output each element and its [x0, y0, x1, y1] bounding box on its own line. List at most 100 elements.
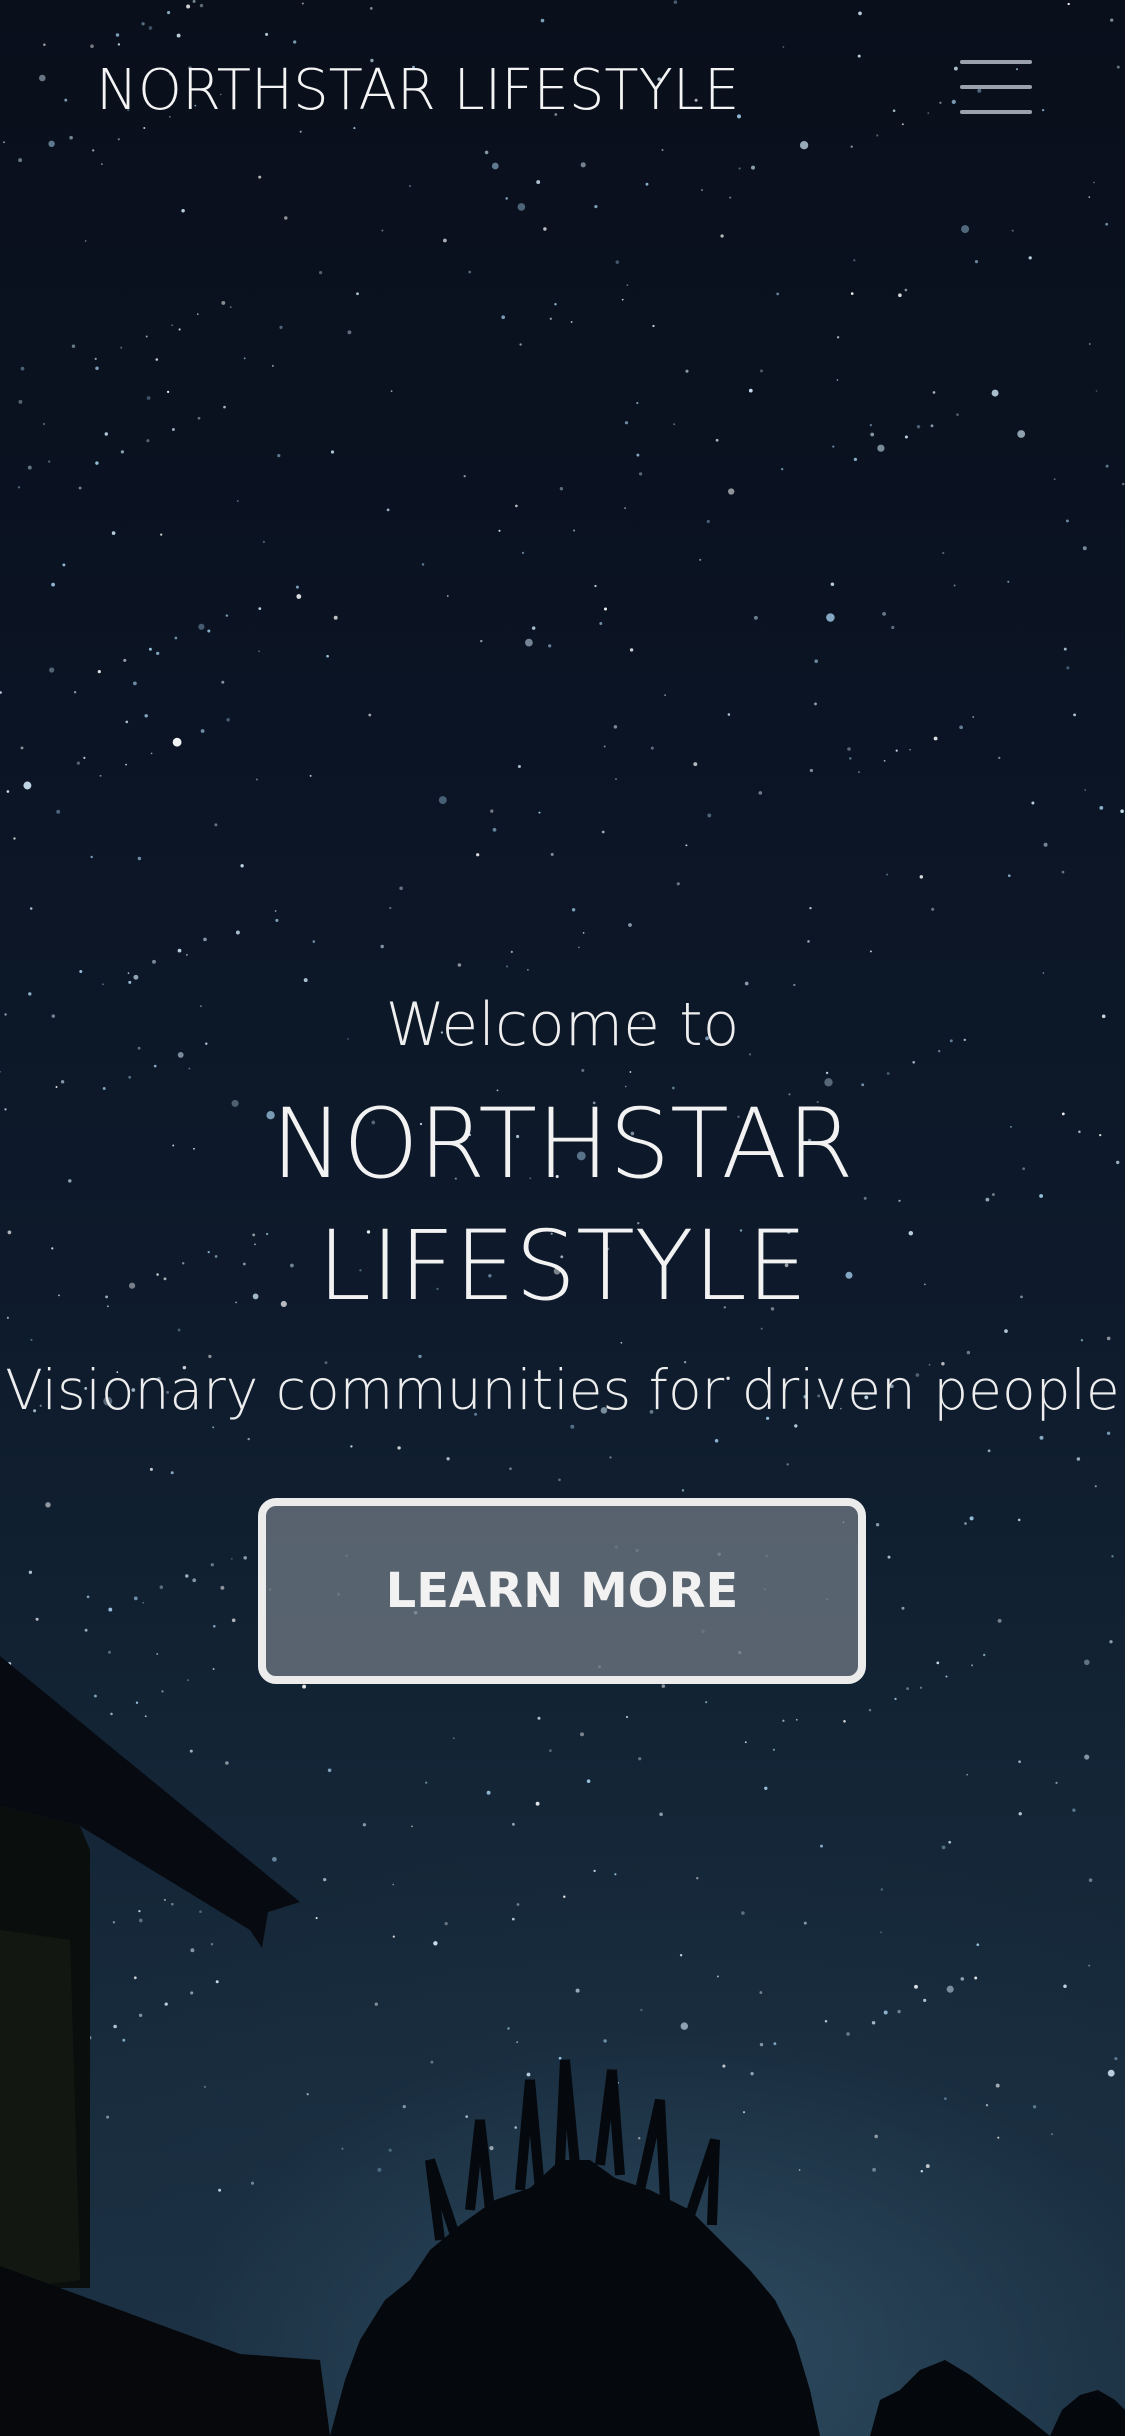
- star: [380, 944, 384, 949]
- star: [956, 413, 959, 416]
- star: [715, 438, 719, 442]
- star: [758, 791, 763, 795]
- star: [707, 813, 712, 818]
- star: [463, 475, 466, 478]
- star: [236, 500, 239, 502]
- hero-page: NORTHSTAR LIFESTYLE Welcome to NORTHSTAR…: [0, 0, 1125, 2436]
- star: [706, 519, 710, 524]
- star: [830, 582, 835, 586]
- star: [128, 980, 132, 984]
- star: [720, 234, 724, 238]
- star: [235, 930, 240, 935]
- star: [214, 823, 218, 827]
- site-header: NORTHSTAR LIFESTYLE: [0, 0, 1125, 190]
- star: [578, 946, 580, 949]
- menu-bar-top: [960, 60, 1032, 64]
- star: [159, 1585, 164, 1589]
- star: [1120, 809, 1124, 813]
- star: [210, 1563, 214, 1567]
- star: [221, 680, 225, 684]
- star: [531, 626, 536, 630]
- star: [681, 1489, 685, 1492]
- star: [95, 461, 99, 465]
- star: [904, 288, 908, 292]
- star: [447, 595, 449, 597]
- star: [882, 612, 886, 616]
- star: [1007, 874, 1011, 878]
- star: [809, 768, 814, 773]
- star: [120, 346, 123, 349]
- hero-welcome-text: Welcome to: [385, 990, 740, 1060]
- star: [1042, 972, 1045, 974]
- star: [760, 369, 763, 373]
- star: [559, 487, 564, 491]
- star: [79, 969, 83, 974]
- brand-logo-text[interactable]: NORTHSTAR LIFESTYLE: [96, 58, 739, 123]
- star: [275, 918, 279, 922]
- star: [174, 636, 178, 640]
- star: [399, 886, 403, 891]
- star: [258, 650, 261, 653]
- star: [517, 203, 526, 211]
- star: [326, 654, 329, 658]
- star: [457, 963, 462, 967]
- star: [869, 423, 873, 427]
- star: [571, 908, 576, 912]
- star: [333, 615, 338, 620]
- star: [295, 585, 299, 589]
- star: [356, 292, 359, 296]
- star: [200, 729, 205, 733]
- star: [525, 638, 533, 647]
- star: [220, 1585, 225, 1590]
- star: [604, 607, 607, 611]
- shrub-silhouette: [870, 2360, 1050, 2436]
- star: [258, 607, 262, 610]
- star: [43, 423, 45, 425]
- star: [998, 756, 1001, 759]
- star: [652, 324, 655, 328]
- star: [519, 343, 522, 346]
- star: [826, 613, 835, 622]
- star: [350, 1445, 353, 1448]
- star: [961, 225, 970, 234]
- menu-bar-middle: [960, 85, 1032, 89]
- star: [727, 713, 731, 716]
- star: [895, 749, 898, 752]
- star: [185, 1574, 189, 1578]
- star: [223, 405, 226, 409]
- star: [226, 717, 230, 722]
- star: [836, 379, 839, 381]
- house-and-tree-silhouette: [0, 1656, 1125, 2436]
- star: [397, 1446, 401, 1450]
- star: [390, 390, 393, 392]
- star: [1105, 464, 1109, 468]
- hamburger-menu-icon[interactable]: [950, 52, 1042, 128]
- star: [1088, 196, 1091, 198]
- star: [1106, 1431, 1111, 1436]
- star: [198, 623, 205, 630]
- star: [99, 774, 102, 777]
- star: [991, 389, 999, 397]
- star: [152, 959, 156, 964]
- star: [62, 563, 66, 567]
- star: [271, 364, 274, 367]
- star: [225, 614, 229, 617]
- star: [303, 978, 308, 983]
- star: [685, 369, 689, 373]
- star: [207, 629, 211, 633]
- star: [594, 205, 598, 209]
- star: [20, 366, 25, 371]
- star: [1076, 1457, 1081, 1461]
- star: [125, 763, 127, 766]
- shrub-silhouette-right: [1050, 2390, 1125, 2436]
- star: [490, 809, 494, 813]
- star: [56, 809, 61, 814]
- star: [849, 757, 852, 760]
- star: [729, 196, 732, 199]
- star: [203, 937, 207, 942]
- star: [1088, 342, 1091, 346]
- star: [262, 540, 266, 544]
- star: [582, 932, 585, 934]
- star: [149, 1467, 153, 1471]
- star: [146, 439, 150, 443]
